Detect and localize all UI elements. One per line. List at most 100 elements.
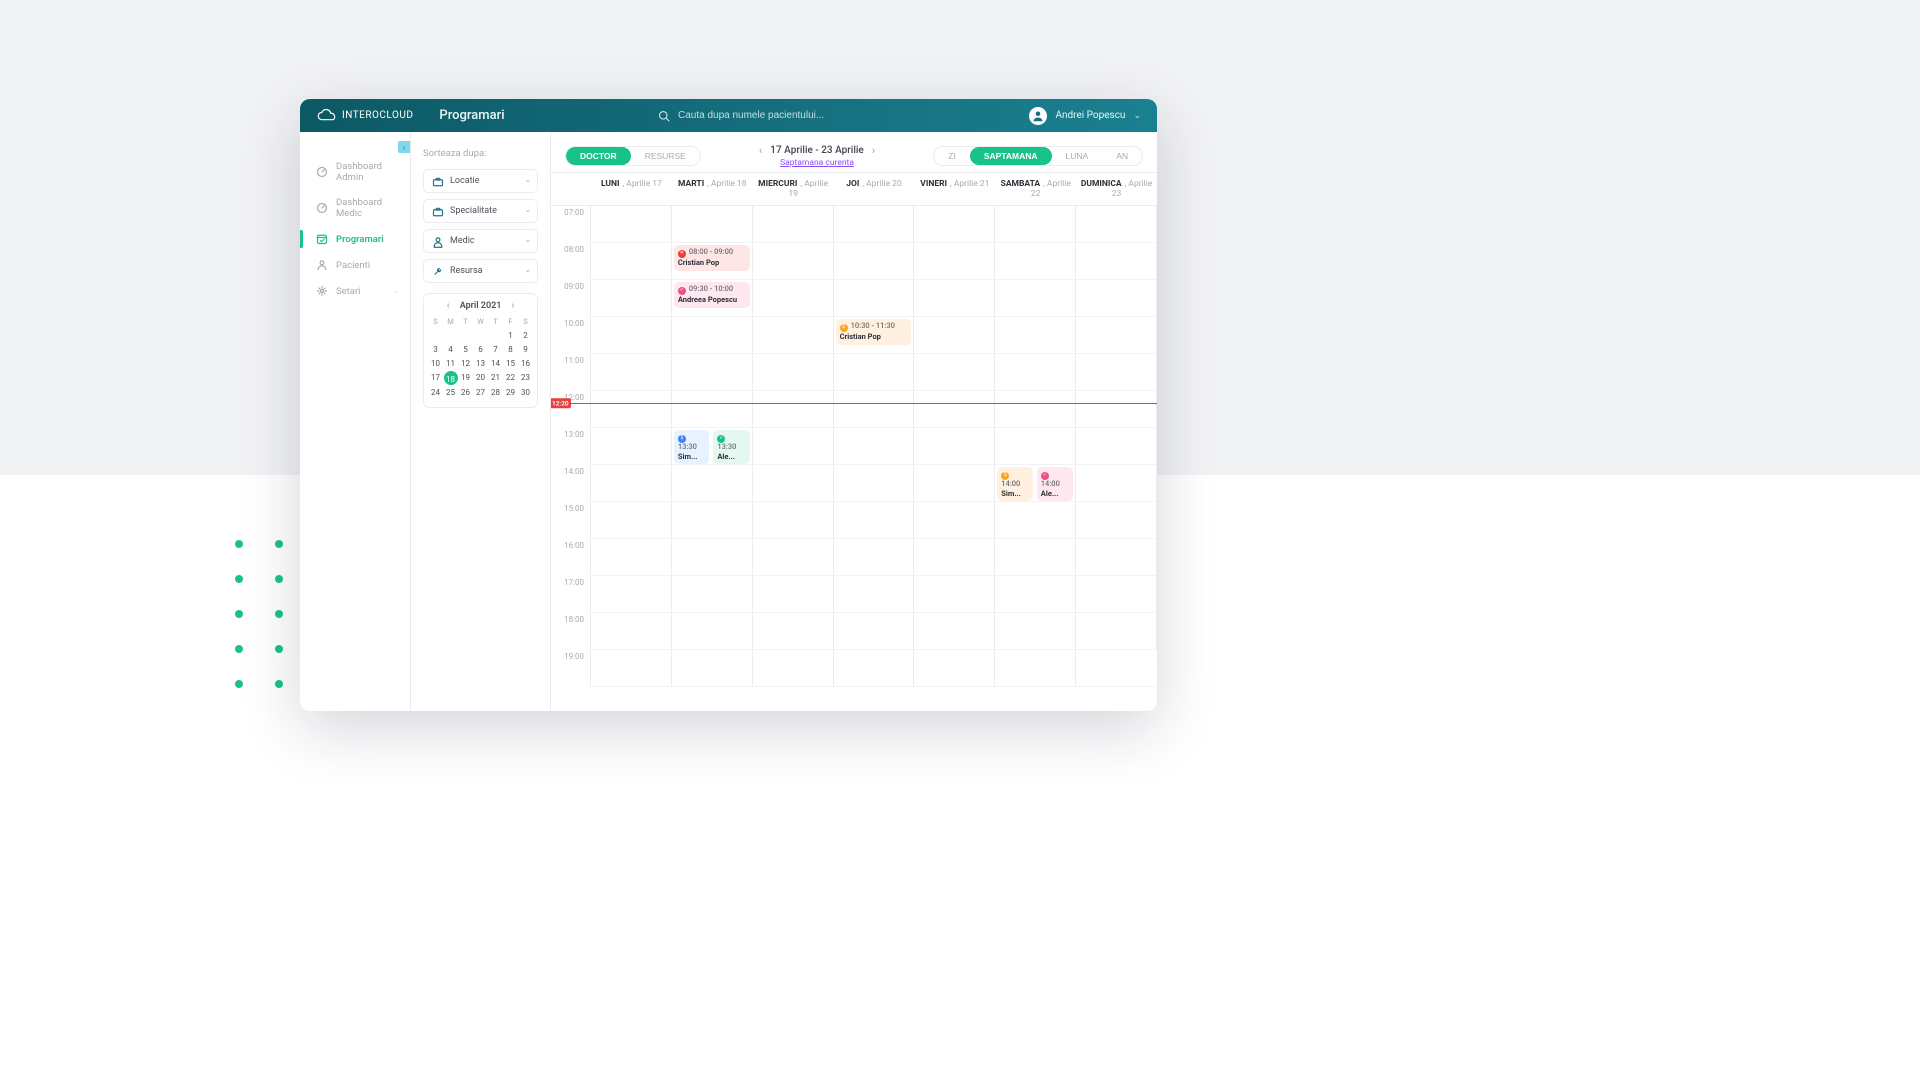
calendar-cell[interactable]	[753, 539, 834, 576]
calendar-cell[interactable]: $13:30Sim...✓13:30Ale...	[672, 428, 753, 465]
mini-cal-day[interactable]: 13	[473, 357, 488, 370]
mini-cal-day[interactable]: 26	[458, 386, 473, 399]
calendar-cell[interactable]	[591, 206, 672, 243]
filter-specialitate[interactable]: Specialitate›	[423, 199, 538, 223]
calendar-cell[interactable]	[753, 354, 834, 391]
sidebar-item-programari[interactable]: Programari	[300, 226, 410, 252]
calendar-cell[interactable]	[591, 576, 672, 613]
mini-cal-day[interactable]: 28	[488, 386, 503, 399]
calendar-cell[interactable]	[834, 539, 915, 576]
calendar-cell[interactable]	[672, 354, 753, 391]
brand-logo[interactable]: INTEROCLOUD	[316, 109, 413, 123]
view-zi[interactable]: ZI	[934, 147, 970, 165]
calendar-cell[interactable]	[914, 650, 995, 687]
calendar-cell[interactable]	[591, 280, 672, 317]
calendar-cell[interactable]	[753, 280, 834, 317]
sidebar-item-dashboard-medic[interactable]: Dashboard Medic	[300, 190, 410, 226]
mini-cal-day[interactable]: 9	[518, 343, 533, 356]
filter-locatie[interactable]: Locatie›	[423, 169, 538, 193]
calendar-cell[interactable]	[591, 317, 672, 354]
mini-cal-day[interactable]: 17	[428, 371, 443, 385]
appointment[interactable]: ✓09:30 - 10:00Andreea Popescu	[674, 282, 750, 308]
mini-cal-day[interactable]: 15	[503, 357, 518, 370]
appointment[interactable]: $14:00Sim...	[997, 467, 1033, 501]
mini-cal-day[interactable]: 27	[473, 386, 488, 399]
mini-cal-day[interactable]: 6	[473, 343, 488, 356]
mini-cal-day[interactable]: 7	[488, 343, 503, 356]
calendar-cell[interactable]	[591, 465, 672, 502]
calendar-cell[interactable]	[914, 317, 995, 354]
calendar-cell[interactable]	[753, 206, 834, 243]
calendar-cell[interactable]	[1076, 428, 1157, 465]
calendar-cell[interactable]	[995, 502, 1076, 539]
mini-cal-day[interactable]: 5	[458, 343, 473, 356]
calendar-cell[interactable]	[591, 391, 672, 428]
calendar-cell[interactable]	[753, 391, 834, 428]
range-next[interactable]: ›	[872, 144, 875, 157]
calendar-cell[interactable]	[914, 428, 995, 465]
calendar-cell[interactable]	[753, 317, 834, 354]
calendar-cell[interactable]	[672, 539, 753, 576]
calendar-cell[interactable]	[1076, 539, 1157, 576]
calendar-cell[interactable]	[995, 391, 1076, 428]
calendar-cell[interactable]	[914, 576, 995, 613]
mini-cal-day[interactable]: 23	[518, 371, 533, 385]
calendar-cell[interactable]	[995, 539, 1076, 576]
calendar-cell[interactable]	[672, 613, 753, 650]
calendar-cell[interactable]	[753, 576, 834, 613]
calendar-cell[interactable]	[995, 576, 1076, 613]
calendar-cell[interactable]	[672, 650, 753, 687]
calendar-cell[interactable]	[914, 502, 995, 539]
calendar-cell[interactable]	[753, 502, 834, 539]
appointment[interactable]: ✕08:00 - 09:00Cristian Pop	[674, 245, 750, 271]
appointment[interactable]: $10:30 - 11:30Cristian Pop	[836, 319, 912, 345]
calendar-cell[interactable]	[914, 613, 995, 650]
calendar-cell[interactable]	[995, 650, 1076, 687]
calendar-cell[interactable]	[834, 280, 915, 317]
calendar-cell[interactable]	[1076, 576, 1157, 613]
calendar-cell[interactable]: $14:00Sim...✓14:00Ale...	[995, 465, 1076, 502]
mini-cal-prev[interactable]: ‹	[447, 300, 450, 311]
calendar-cell[interactable]	[834, 576, 915, 613]
mini-cal-day[interactable]: 24	[428, 386, 443, 399]
calendar-cell[interactable]	[1076, 650, 1157, 687]
calendar-cell[interactable]	[834, 243, 915, 280]
calendar-cell[interactable]	[834, 391, 915, 428]
mini-cal-day[interactable]: 11	[443, 357, 458, 370]
calendar-cell[interactable]	[591, 354, 672, 391]
calendar-cell[interactable]	[1076, 243, 1157, 280]
mini-cal-day[interactable]: 29	[503, 386, 518, 399]
mini-cal-day[interactable]: 20	[473, 371, 488, 385]
calendar-cell[interactable]	[995, 354, 1076, 391]
calendar-cell[interactable]	[1076, 613, 1157, 650]
calendar-cell[interactable]	[1076, 280, 1157, 317]
calendar-cell[interactable]	[914, 391, 995, 428]
range-prev[interactable]: ‹	[759, 144, 762, 157]
calendar-cell[interactable]	[672, 576, 753, 613]
calendar-cell[interactable]	[914, 243, 995, 280]
sidebar-item-pacienti[interactable]: Pacienti	[300, 252, 410, 278]
mode-resurse[interactable]: RESURSE	[631, 147, 700, 165]
calendar-cell[interactable]	[591, 428, 672, 465]
view-luna[interactable]: LUNA	[1052, 147, 1103, 165]
calendar-cell[interactable]	[1076, 502, 1157, 539]
calendar-cell[interactable]	[914, 206, 995, 243]
mini-cal-day[interactable]: 22	[503, 371, 518, 385]
calendar-cell[interactable]	[834, 650, 915, 687]
calendar-cell[interactable]	[753, 243, 834, 280]
mini-cal-day[interactable]: 14	[488, 357, 503, 370]
mini-cal-day[interactable]: 19	[458, 371, 473, 385]
calendar-cell[interactable]	[995, 613, 1076, 650]
calendar-cell[interactable]	[591, 539, 672, 576]
calendar-cell[interactable]	[834, 502, 915, 539]
calendar-cell[interactable]	[995, 280, 1076, 317]
calendar-cell[interactable]	[995, 428, 1076, 465]
filter-medic[interactable]: Medic›	[423, 229, 538, 253]
calendar-cell[interactable]	[753, 613, 834, 650]
calendar-cell[interactable]	[914, 280, 995, 317]
appointment[interactable]: ✓13:30Ale...	[713, 430, 749, 464]
calendar-cell[interactable]	[753, 650, 834, 687]
appointment[interactable]: $13:30Sim...	[674, 430, 710, 464]
calendar-cell[interactable]	[995, 243, 1076, 280]
calendar-cell[interactable]	[995, 317, 1076, 354]
